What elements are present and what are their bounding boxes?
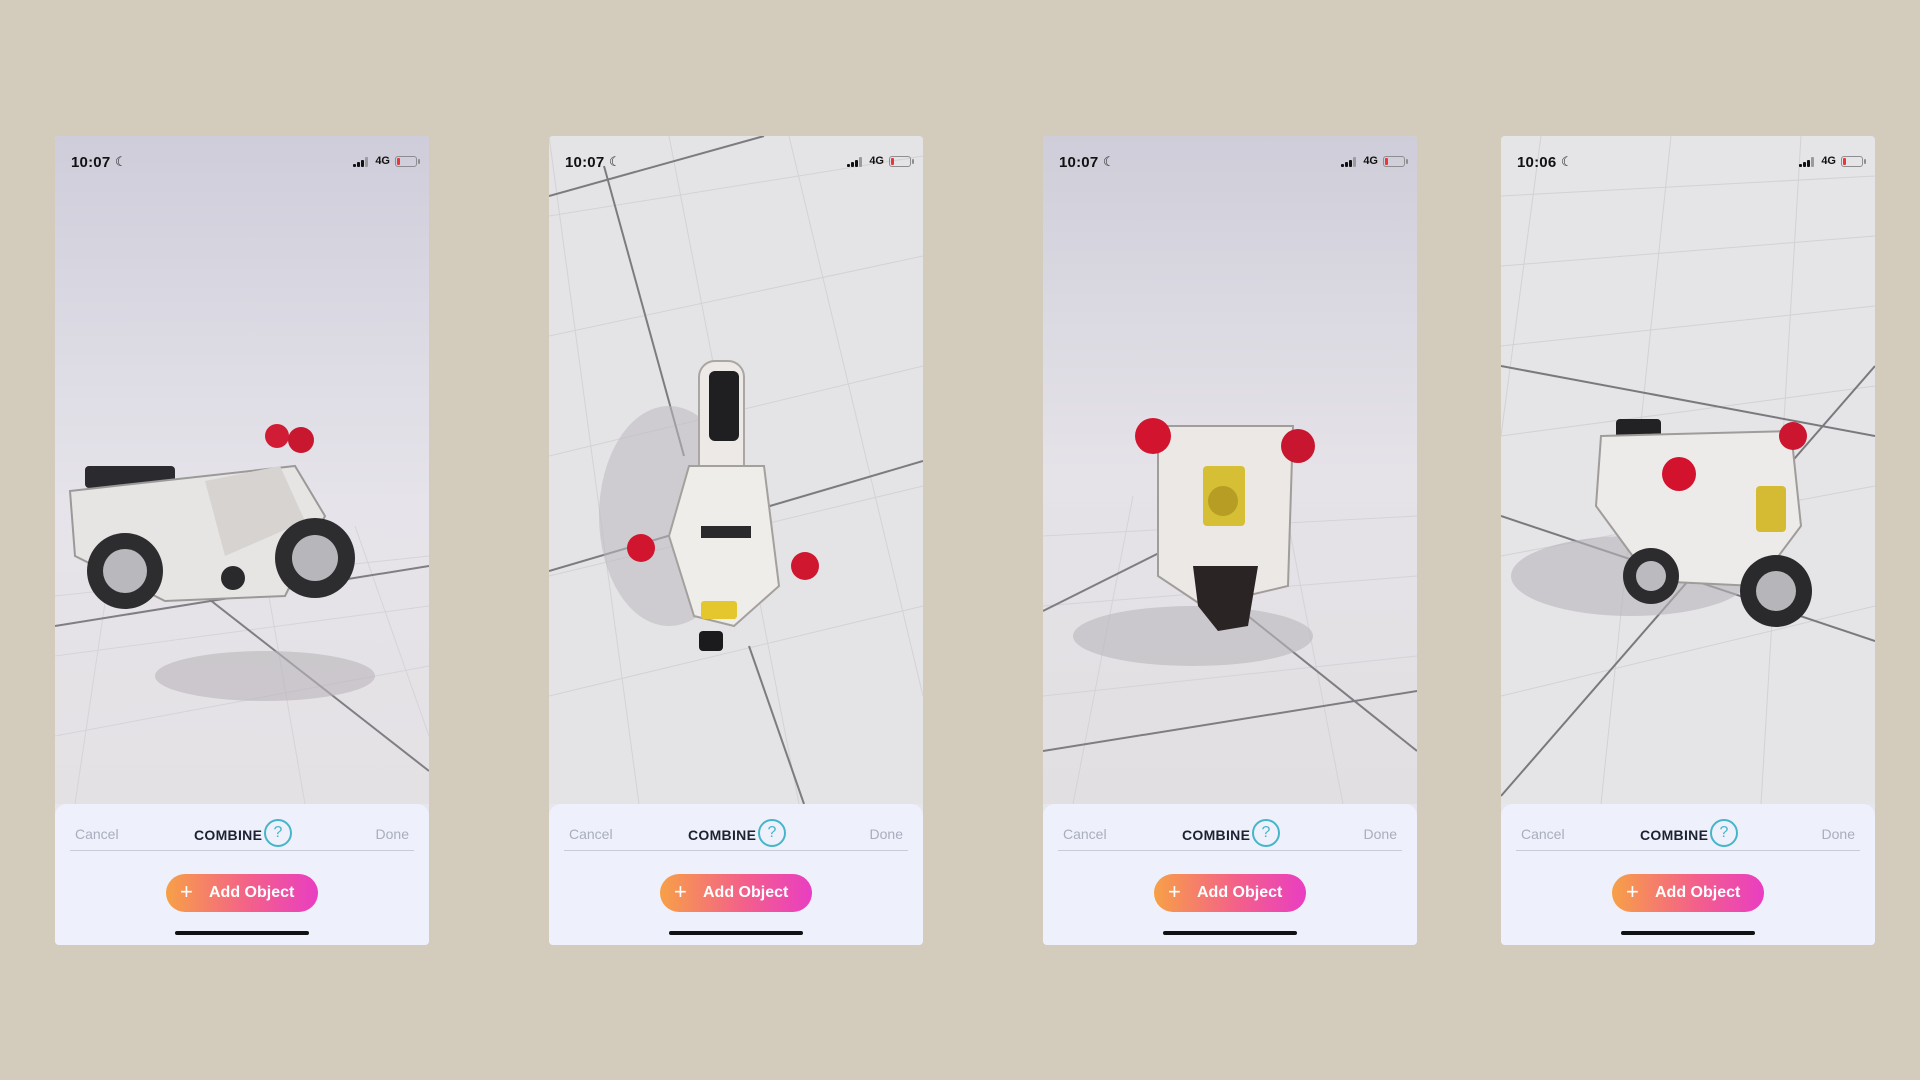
phone-screen-4: 10:06 ☾ 4G Cancel COMBINE ? Done + Add O… xyxy=(1501,136,1875,945)
add-object-button[interactable]: + Add Object xyxy=(660,874,812,912)
status-time: 10:07 xyxy=(71,154,111,171)
combine-panel-2: Cancel COMBINE ? Done + Add Object xyxy=(549,804,923,945)
divider xyxy=(1058,850,1402,851)
cellular-signal-icon xyxy=(1341,157,1357,167)
moon-icon: ☾ xyxy=(1561,154,1573,169)
done-button[interactable]: Done xyxy=(376,826,409,842)
panel-title: COMBINE xyxy=(194,827,263,843)
add-object-button[interactable]: + Add Object xyxy=(1154,874,1306,912)
status-bar-3: 10:07 ☾ 4G xyxy=(1043,136,1417,192)
home-indicator[interactable] xyxy=(1621,931,1755,935)
divider xyxy=(70,850,414,851)
add-object-button[interactable]: + Add Object xyxy=(166,874,318,912)
motorcycle-3d-view-side xyxy=(55,136,429,804)
help-icon[interactable]: ? xyxy=(264,819,292,847)
plus-icon: + xyxy=(1168,879,1181,904)
ar-scene-3[interactable] xyxy=(1043,136,1417,804)
add-object-button[interactable]: + Add Object xyxy=(1612,874,1764,912)
status-time: 10:07 xyxy=(1059,154,1099,171)
plus-icon: + xyxy=(180,879,193,904)
add-object-label: Add Object xyxy=(1197,884,1283,901)
battery-icon xyxy=(889,156,914,167)
done-button[interactable]: Done xyxy=(1822,826,1855,842)
moon-icon: ☾ xyxy=(1103,154,1115,169)
panel-title: COMBINE xyxy=(688,827,757,843)
status-bar-1: 10:07 ☾ 4G xyxy=(55,136,429,192)
motorcycle-3d-view-front xyxy=(1043,136,1417,804)
network-type-label: 4G xyxy=(1821,155,1836,167)
cellular-signal-icon xyxy=(1799,157,1815,167)
status-time: 10:06 xyxy=(1517,154,1557,171)
status-bar-2: 10:07 ☾ 4G xyxy=(549,136,923,192)
motorcycle-3d-view-three-quarter xyxy=(1501,136,1875,804)
status-bar-4: 10:06 ☾ 4G xyxy=(1501,136,1875,192)
network-type-label: 4G xyxy=(1363,155,1378,167)
combine-panel-4: Cancel COMBINE ? Done + Add Object xyxy=(1501,804,1875,945)
cancel-button[interactable]: Cancel xyxy=(1521,826,1565,842)
cellular-signal-icon xyxy=(353,157,369,167)
moon-icon: ☾ xyxy=(115,154,127,169)
done-button[interactable]: Done xyxy=(870,826,903,842)
panel-title: COMBINE xyxy=(1640,827,1709,843)
network-type-label: 4G xyxy=(375,155,390,167)
cancel-button[interactable]: Cancel xyxy=(75,826,119,842)
phone-screen-2: 10:07 ☾ 4G Cancel COMBINE ? Done + Add O… xyxy=(549,136,923,945)
add-object-label: Add Object xyxy=(1655,884,1741,901)
battery-icon xyxy=(395,156,420,167)
network-type-label: 4G xyxy=(869,155,884,167)
plus-icon: + xyxy=(1626,879,1639,904)
divider xyxy=(564,850,908,851)
combine-panel-1: Cancel COMBINE ? Done + Add Object xyxy=(55,804,429,945)
home-indicator[interactable] xyxy=(175,931,309,935)
motorcycle-3d-view-top xyxy=(549,136,923,804)
home-indicator[interactable] xyxy=(1163,931,1297,935)
plus-icon: + xyxy=(674,879,687,904)
cancel-button[interactable]: Cancel xyxy=(1063,826,1107,842)
help-icon[interactable]: ? xyxy=(1710,819,1738,847)
status-time: 10:07 xyxy=(565,154,605,171)
phone-screen-3: 10:07 ☾ 4G Cancel COMBINE ? Done + Add O… xyxy=(1043,136,1417,945)
battery-icon xyxy=(1383,156,1408,167)
ar-scene-1[interactable] xyxy=(55,136,429,804)
cancel-button[interactable]: Cancel xyxy=(569,826,613,842)
combine-panel-3: Cancel COMBINE ? Done + Add Object xyxy=(1043,804,1417,945)
done-button[interactable]: Done xyxy=(1364,826,1397,842)
divider xyxy=(1516,850,1860,851)
cellular-signal-icon xyxy=(847,157,863,167)
screenshot-canvas: 10:07 ☾ 4G Cancel COMBINE ? Done + Add O… xyxy=(0,0,1920,1080)
battery-icon xyxy=(1841,156,1866,167)
help-icon[interactable]: ? xyxy=(1252,819,1280,847)
moon-icon: ☾ xyxy=(609,154,621,169)
help-icon[interactable]: ? xyxy=(758,819,786,847)
home-indicator[interactable] xyxy=(669,931,803,935)
ar-scene-4[interactable] xyxy=(1501,136,1875,804)
phone-screen-1: 10:07 ☾ 4G Cancel COMBINE ? Done + Add O… xyxy=(55,136,429,945)
panel-title: COMBINE xyxy=(1182,827,1251,843)
ar-scene-2[interactable] xyxy=(549,136,923,804)
add-object-label: Add Object xyxy=(703,884,789,901)
add-object-label: Add Object xyxy=(209,884,295,901)
